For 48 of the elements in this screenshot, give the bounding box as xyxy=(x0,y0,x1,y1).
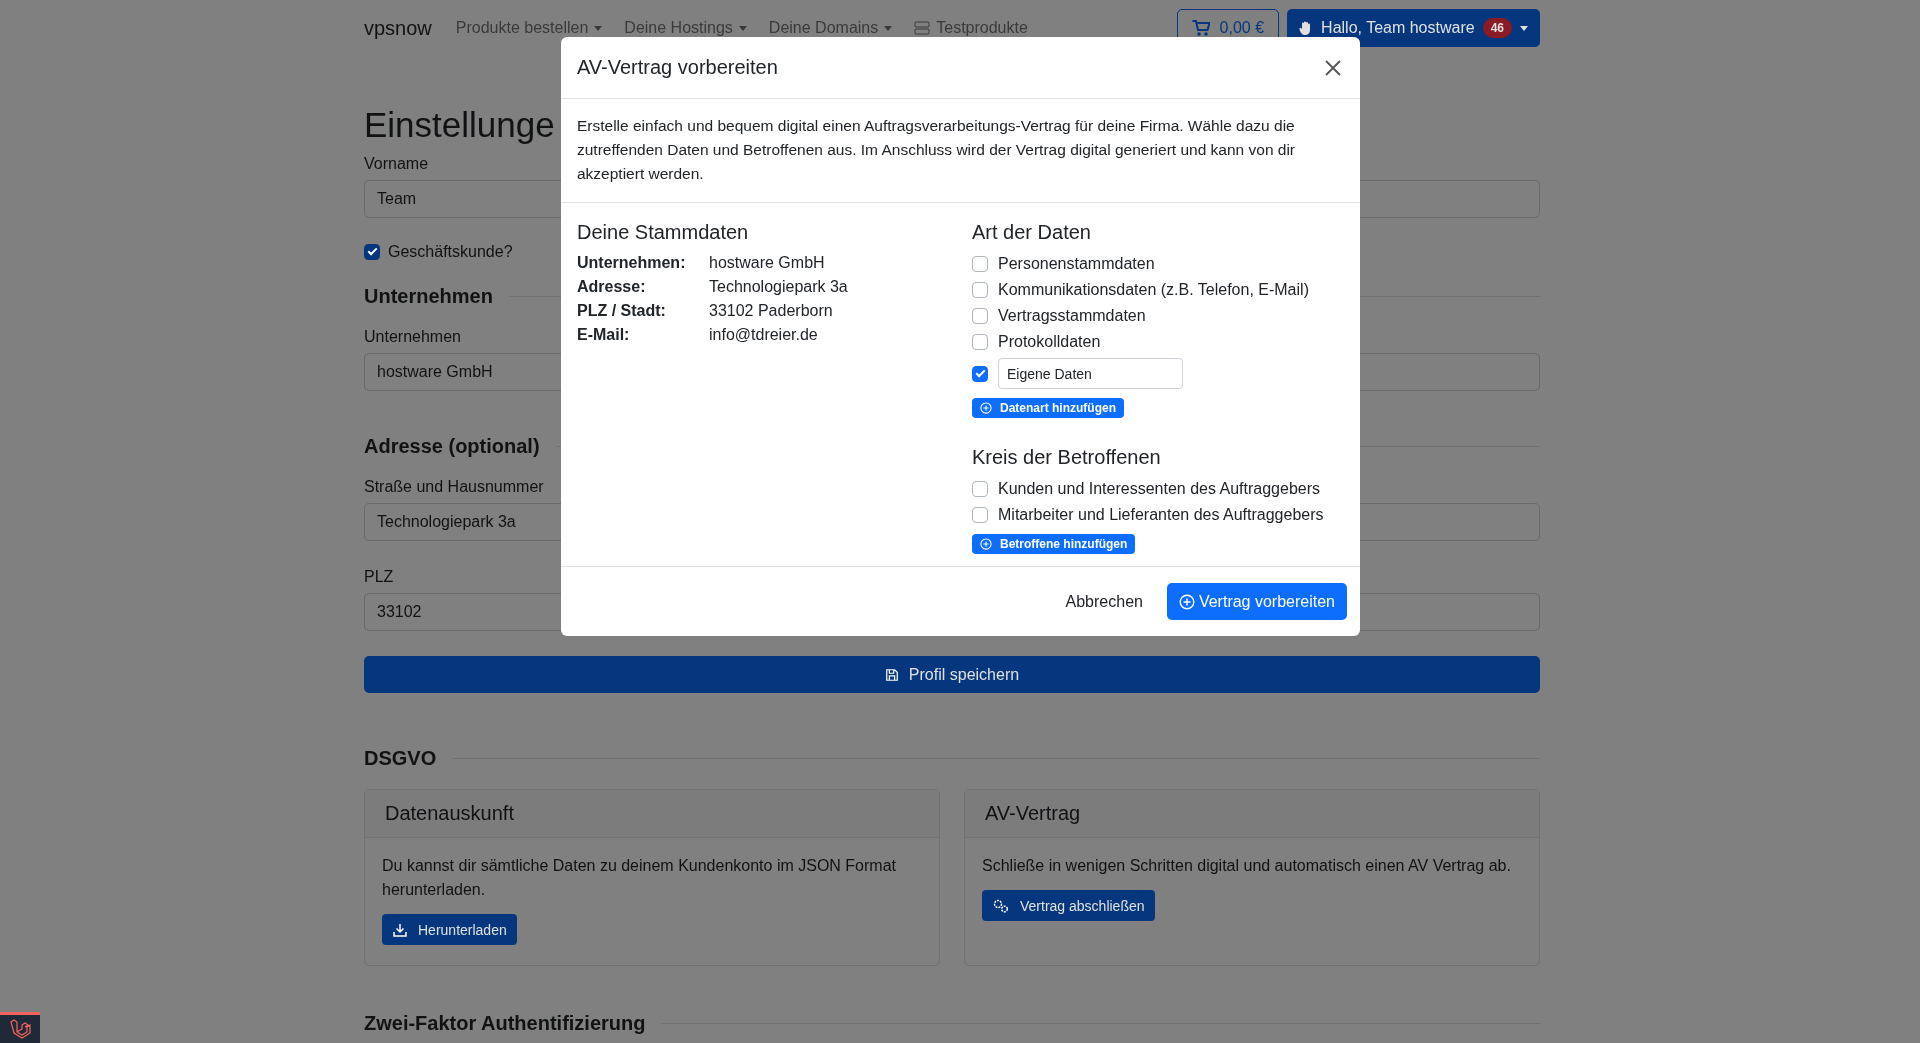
input-field[interactable]: Eigene Daten xyxy=(998,358,1183,389)
data-label: Adresse: xyxy=(577,277,647,297)
field-label: Straße und Hausnummer xyxy=(364,477,544,497)
option-label: Personenstammdaten xyxy=(998,255,1155,273)
data-label: PLZ / Stadt: xyxy=(577,301,667,321)
section-heading: Adresse (optional) xyxy=(364,434,540,458)
option-label: Vertragsstammdaten xyxy=(998,307,1146,325)
field-label: Vorname xyxy=(364,154,429,174)
section-heading: Unternehmen xyxy=(364,284,493,308)
field-label: PLZ xyxy=(364,567,394,587)
save-button[interactable]: Profil speichern xyxy=(364,656,1540,693)
option-label: Protokolldaten xyxy=(998,333,1101,351)
option-label: Kommunikationsdaten (z.B. Telefon, E-Mail) xyxy=(998,281,1309,299)
submit-button[interactable]: Vertrag vorbereiten xyxy=(1166,583,1347,620)
card-text: Schließe in wenigen Schritten digital und automatisch einen AV Vertrag ab. xyxy=(982,856,1512,876)
card-title: AV-Vertrag xyxy=(965,790,1539,838)
page-title: Einstellunge xyxy=(364,104,555,146)
group-heading: Deine Stammdaten xyxy=(577,220,750,245)
data-value: 33102 Paderborn xyxy=(709,301,834,321)
nav-link[interactable]: Deine Domains xyxy=(768,19,893,37)
card-button[interactable]: Herunterladen xyxy=(382,914,517,945)
nav-link[interactable]: Produkte bestellen xyxy=(455,19,603,37)
data-label: E-Mail: xyxy=(577,325,631,345)
field-label: Unternehmen xyxy=(364,327,461,347)
checkbox-label: Geschäftskunde? xyxy=(388,243,513,261)
group-heading: Kreis der Betroffenen xyxy=(972,445,1162,470)
card-title: Datenauskunft xyxy=(365,790,939,838)
card-button[interactable]: Vertrag abschließen xyxy=(982,890,1155,921)
data-value: Technologiepark 3a xyxy=(709,277,849,297)
modal-intro: Erstelle einfach und bequem digital einen Auftragsverarbeitungs-Vertrag für deine Firma. Wähle dazu die zutreffenden Daten und Betroffenen aus. Im Anschluss wird der Vertrag digital generiert und kann von dir akzeptiert werden. xyxy=(561,99,1360,203)
data-value: hostware GmbH xyxy=(709,253,826,273)
modal-title: AV-Vertrag vorbereiten xyxy=(577,56,778,79)
brand[interactable]: vpsnow xyxy=(364,16,432,40)
section-heading: DSGVO xyxy=(364,746,437,770)
nav-link[interactable]: Testprodukte xyxy=(914,19,1028,37)
group-heading: Art der Daten xyxy=(972,220,1092,245)
add-button[interactable]: Datenart hinzufügen xyxy=(972,398,1124,418)
data-label: Unternehmen: xyxy=(577,253,687,273)
notification-badge: 46 xyxy=(1482,18,1512,38)
cancel-button[interactable]: Abbrechen xyxy=(1053,584,1155,619)
nav-link[interactable]: Deine Hostings xyxy=(624,19,747,37)
add-button[interactable]: Betroffene hinzufügen xyxy=(972,534,1136,554)
section-heading: Zwei-Faktor Authentifizierung xyxy=(364,1011,646,1035)
data-value: info@tdreier.de xyxy=(709,325,819,345)
user-menu-button[interactable]: Hallo, Team hostware 46 xyxy=(1287,9,1540,47)
option-label: Mitarbeiter und Lieferanten des Auftraggebers xyxy=(998,506,1324,524)
card-text: Du kannst dir sämtliche Daten zu deinem Kundenkonto im JSON Format herunterladen. xyxy=(382,856,897,900)
option-label: Kunden und Interessenten des Auftraggebers xyxy=(998,480,1320,498)
